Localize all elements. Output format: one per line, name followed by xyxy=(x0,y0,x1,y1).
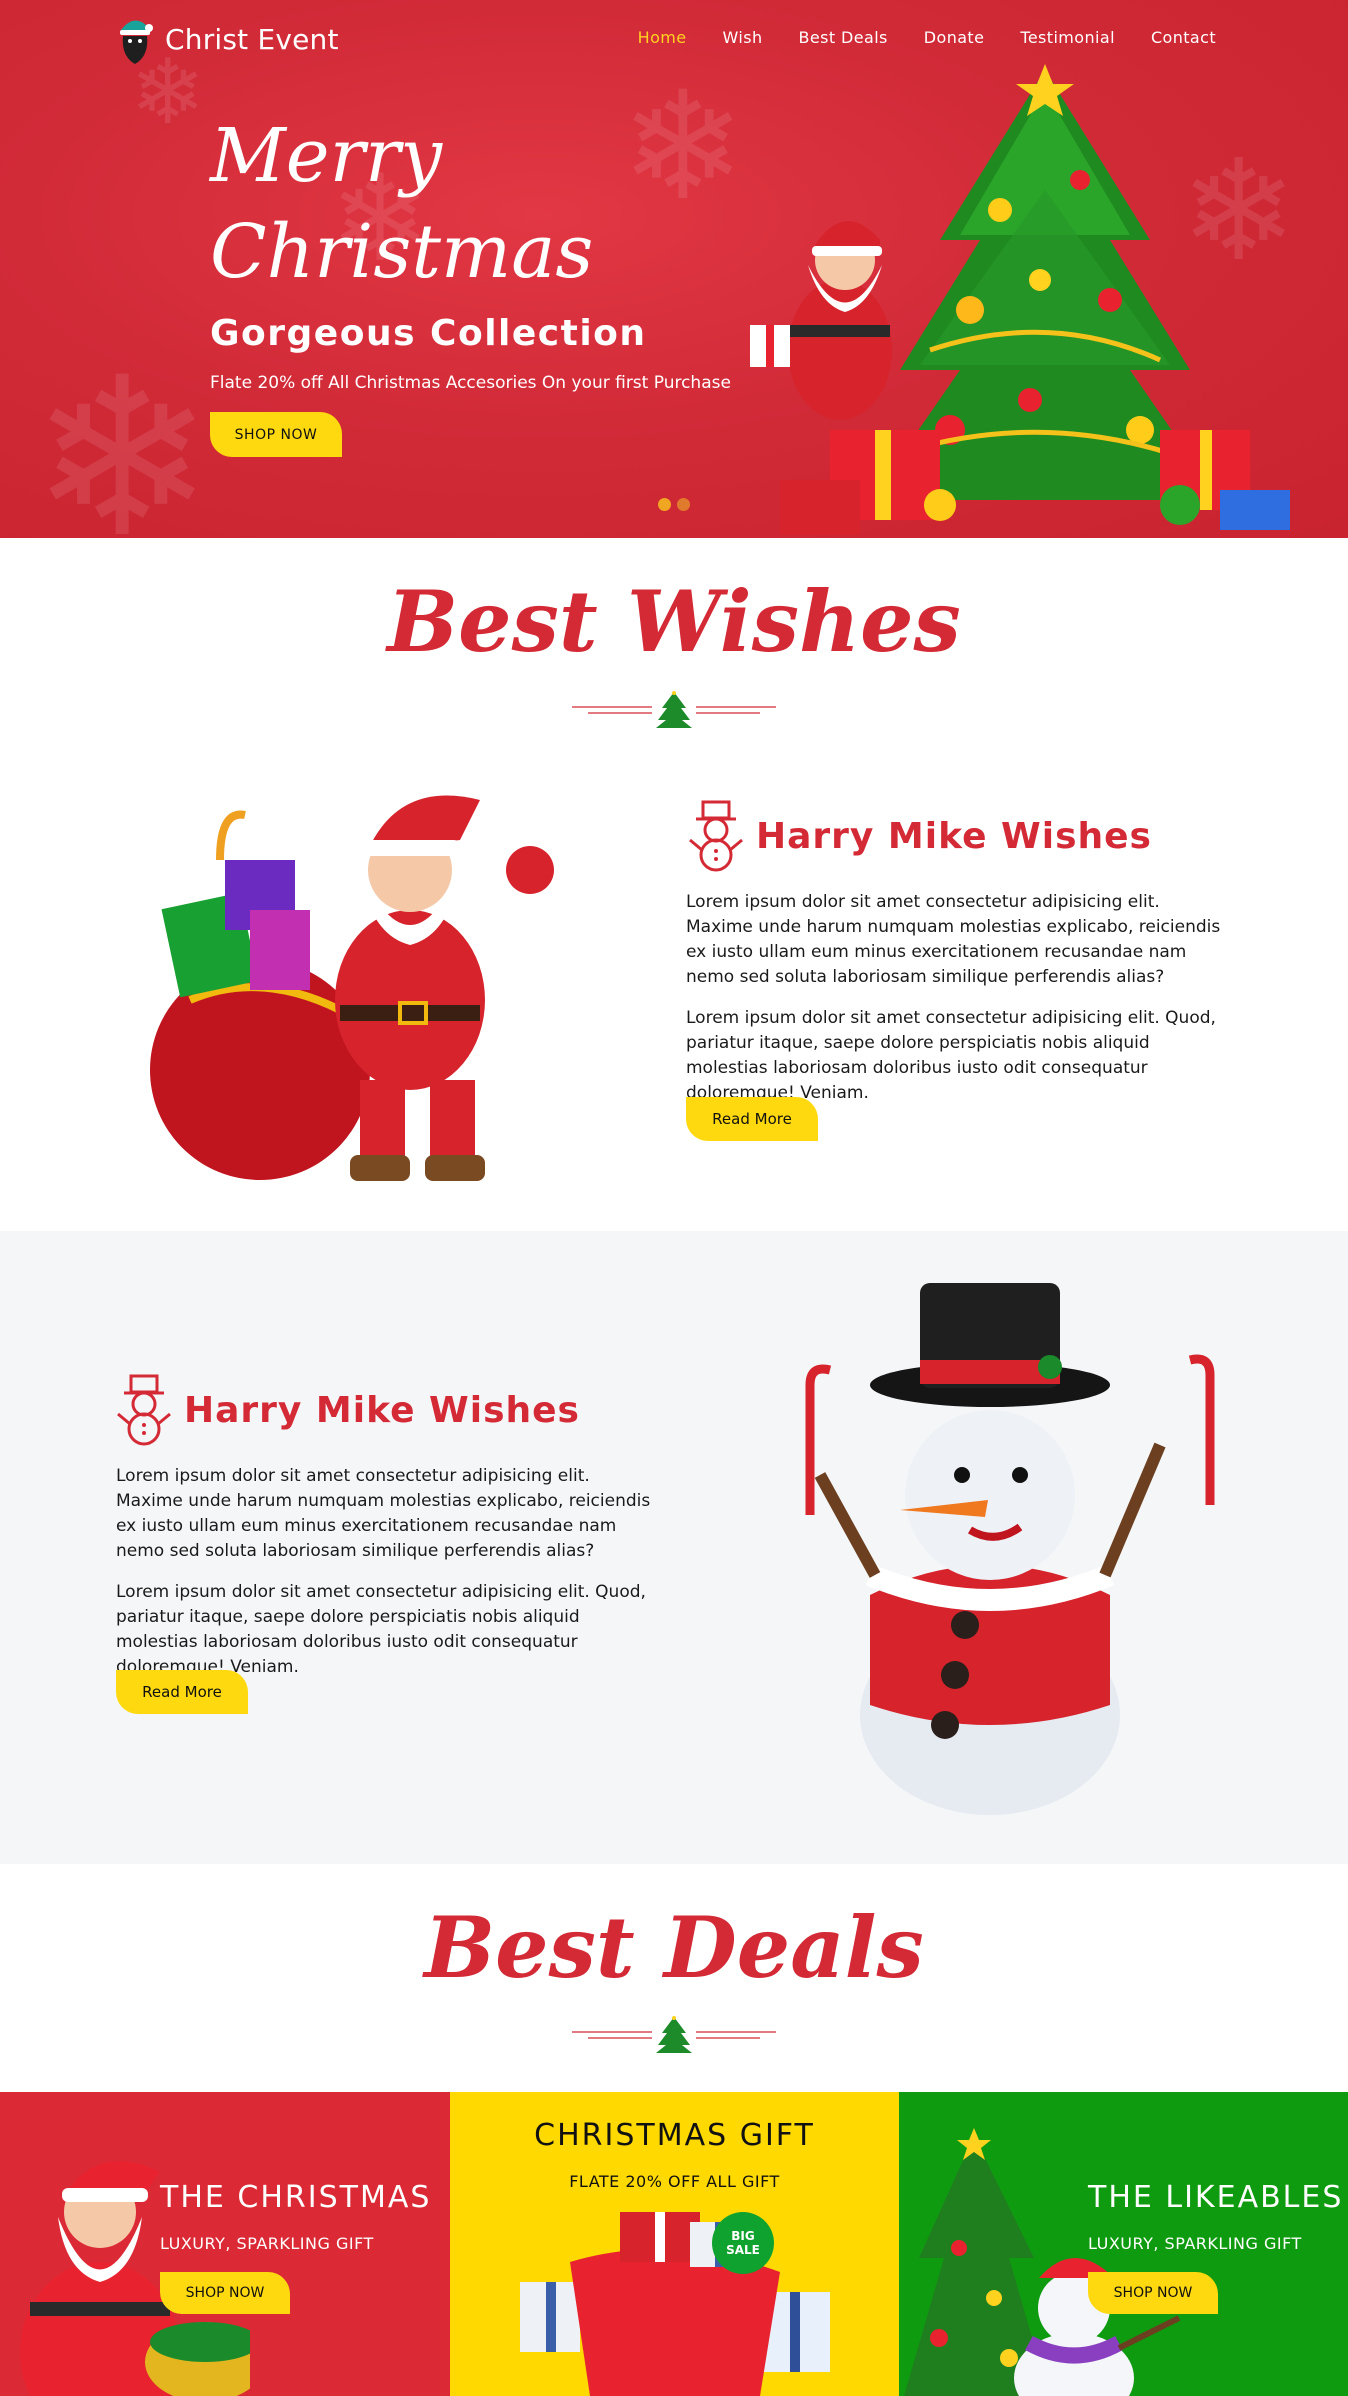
deal-title-christmas: THE CHRISTMAS xyxy=(160,2180,432,2215)
slider-dot-2[interactable] xyxy=(677,498,690,511)
hero-banner: ❄ ❄ ❄ ❄ ❄ Christ Event Home Wish Best De… xyxy=(0,0,1348,538)
deal-card-likeables[interactable]: THE LIKEABLES LUXURY, SPARKLING GIFT SHO… xyxy=(899,2092,1348,2396)
deal-subtitle-likeables: LUXURY, SPARKLING GIFT xyxy=(1088,2234,1302,2253)
wish-title-text-1: Harry Mike Wishes xyxy=(756,815,1152,857)
hero-subtitle: Flate 20% off All Christmas Accesories O… xyxy=(210,373,731,393)
deal-shop-now-button-christmas[interactable]: SHOP NOW xyxy=(160,2272,290,2314)
big-sale-badge: BIG SALE xyxy=(712,2212,774,2274)
wish-paragraph-2a: Lorem ipsum dolor sit amet consectetur a… xyxy=(116,1466,651,1561)
deal-card-christmas-gift[interactable]: CHRISTMAS GIFT FLATE 20% OFF ALL GIFT BI… xyxy=(450,2092,899,2396)
santa-christmas-tree-illustration xyxy=(750,64,1290,535)
brand-logo[interactable]: Christ Event xyxy=(115,12,339,66)
nav-item-wish[interactable]: Wish xyxy=(723,28,763,47)
tree-divider-icon xyxy=(572,2016,776,2053)
tree-divider-icon xyxy=(572,691,776,728)
brand-name: Christ Event xyxy=(165,22,339,56)
deal-shop-now-button-likeables[interactable]: SHOP NOW xyxy=(1088,2272,1218,2314)
nav-item-best-deals[interactable]: Best Deals xyxy=(799,28,888,47)
best-wishes-heading: Best Wishes xyxy=(387,572,961,671)
wish-title-2: Harry Mike Wishes xyxy=(114,1374,580,1446)
badge-line-1: BIG xyxy=(731,2229,755,2243)
nav-item-contact[interactable]: Contact xyxy=(1151,28,1216,47)
badge-line-2: SALE xyxy=(726,2243,760,2257)
santa-logo-icon xyxy=(115,12,155,66)
deal-card-christmas[interactable]: THE CHRISTMAS LUXURY, SPARKLING GIFT SHO… xyxy=(0,2092,450,2396)
wish-paragraph-1a: Lorem ipsum dolor sit amet consectetur a… xyxy=(686,892,1221,987)
santa-illustration xyxy=(20,2161,250,2396)
slider-dot-1[interactable] xyxy=(658,498,671,511)
snowman-icon xyxy=(689,800,743,872)
gift-sack-illustration xyxy=(520,2212,830,2396)
main-nav: Home Wish Best Deals Donate Testimonial … xyxy=(602,28,1216,47)
deal-subtitle-christmas: LUXURY, SPARKLING GIFT xyxy=(160,2234,374,2253)
read-more-button-2[interactable]: Read More xyxy=(116,1670,248,1714)
nav-item-home[interactable]: Home xyxy=(638,28,687,47)
deal-title-likeables: THE LIKEABLES xyxy=(1088,2180,1344,2215)
wish-title-1: Harry Mike Wishes xyxy=(686,800,1152,872)
hero-script-line2: Christmas xyxy=(210,209,594,295)
nav-item-donate[interactable]: Donate xyxy=(924,28,985,47)
santa-gift-sack-illustration xyxy=(150,795,554,1181)
hero-script-heading: Merry Christmas xyxy=(210,108,593,300)
tree-snowman-illustration xyxy=(904,2128,1181,2396)
snowman-icon xyxy=(117,1374,171,1446)
deal-title-christmas-gift: CHRISTMAS GIFT xyxy=(534,2118,815,2153)
slider-dots xyxy=(658,498,690,511)
read-more-button-1[interactable]: Read More xyxy=(686,1097,818,1141)
hero-shop-now-button[interactable]: SHOP NOW xyxy=(210,412,342,457)
snowman-illustration xyxy=(805,1283,1215,1815)
snowflake-icon: ❄ xyxy=(30,330,215,538)
best-deals-heading: Best Deals xyxy=(424,1898,924,1997)
wish-paragraph-1b: Lorem ipsum dolor sit amet consectetur a… xyxy=(686,1008,1216,1103)
hero-title: Gorgeous Collection xyxy=(210,313,647,354)
wish-paragraph-2b: Lorem ipsum dolor sit amet consectetur a… xyxy=(116,1582,646,1677)
deal-subtitle-christmas-gift: FLATE 20% OFF ALL GIFT xyxy=(569,2172,780,2191)
wish-title-text-2: Harry Mike Wishes xyxy=(184,1389,580,1431)
nav-item-testimonial[interactable]: Testimonial xyxy=(1020,28,1115,47)
hero-script-line1: Merry xyxy=(210,113,443,199)
